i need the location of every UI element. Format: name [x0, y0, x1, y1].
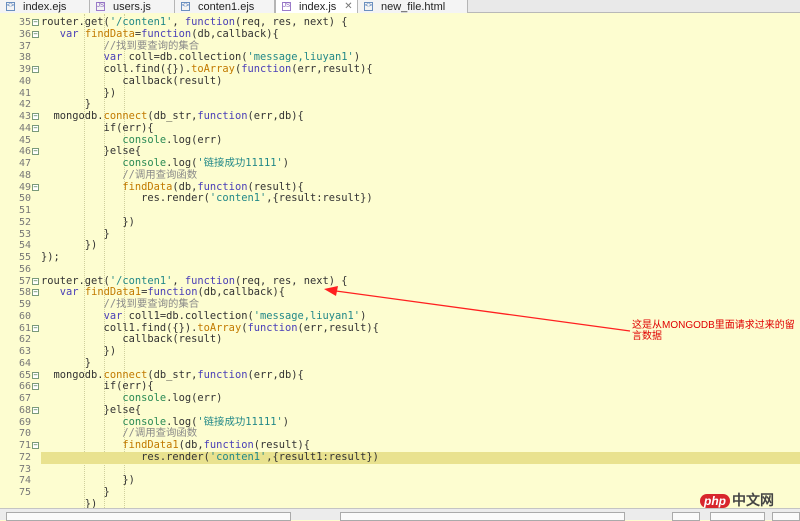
annotation-text: 这是从MONGODB里面请求过来的留言数据: [632, 320, 795, 342]
watermark-text: 中文网: [732, 492, 774, 508]
watermark-logo: php 中文网: [700, 490, 774, 510]
annotation-arrow: [324, 286, 631, 332]
watermark-badge: php: [700, 494, 730, 508]
status-bar: [0, 508, 800, 521]
